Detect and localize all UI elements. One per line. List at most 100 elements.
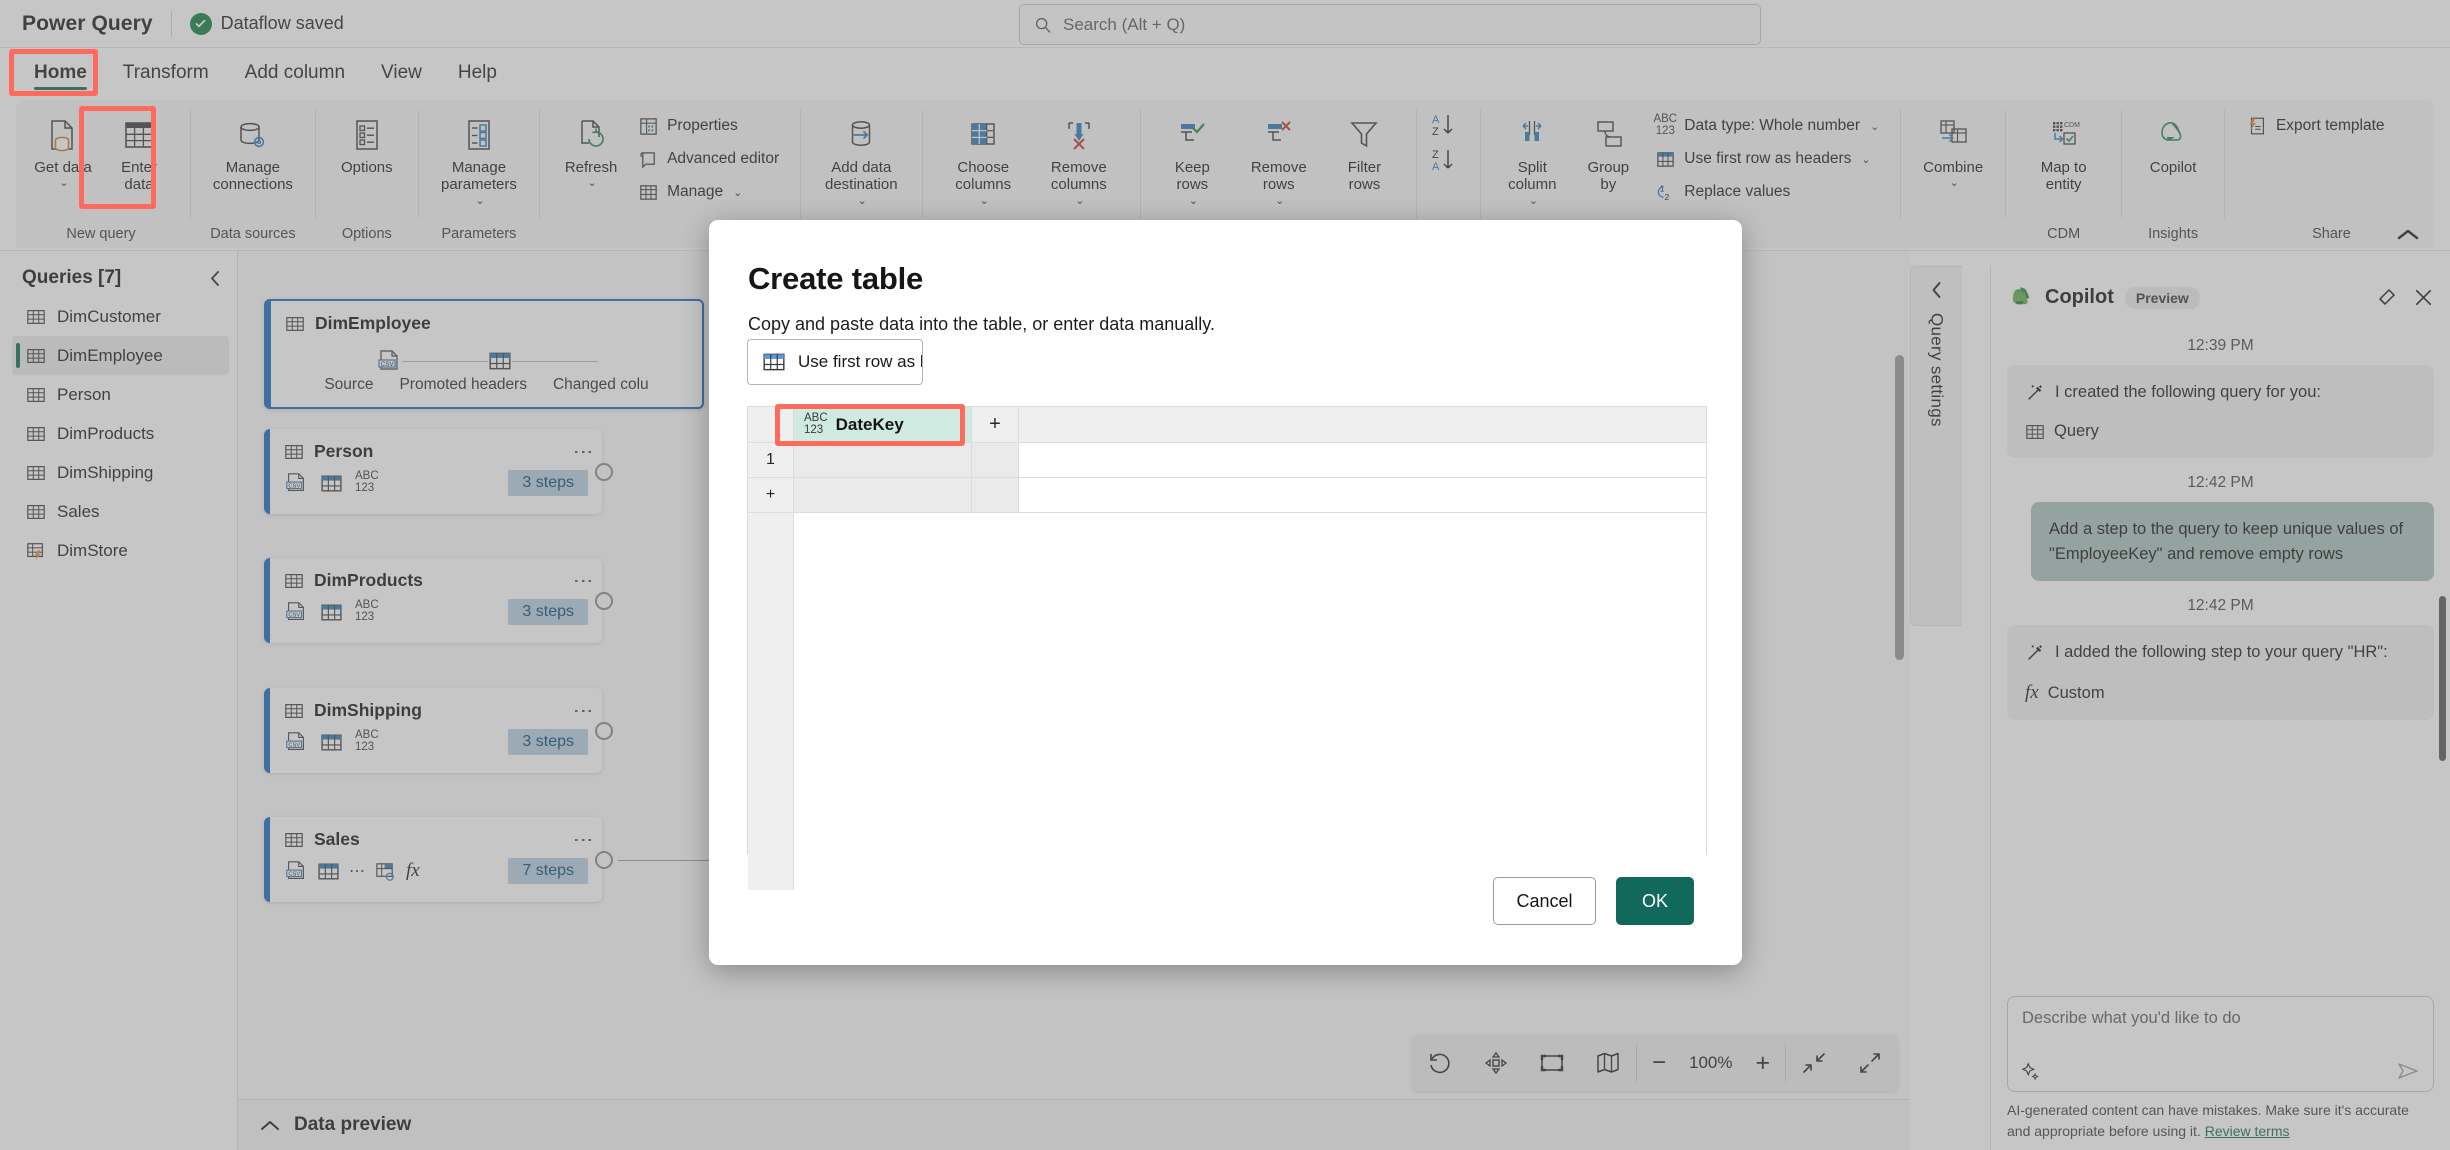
add-row-button[interactable]: + <box>748 478 794 512</box>
zoom-in-button[interactable]: + <box>1741 1049 1786 1078</box>
card-menu-button[interactable]: ⋮ <box>572 701 594 721</box>
tab-add-column[interactable]: Add column <box>227 56 363 96</box>
review-terms-link[interactable]: Review terms <box>2205 1123 2290 1139</box>
sort-descending-button[interactable]: Z A <box>1430 147 1466 173</box>
card-body: CSV ABC 123 3 steps <box>270 595 602 639</box>
canvas-zoom-toolbar: − 100% + <box>1412 1035 1899 1091</box>
expand-query-settings-button[interactable] <box>1930 281 1944 299</box>
group-label-options: Options <box>341 226 392 242</box>
grid-cell-new[interactable] <box>794 478 972 512</box>
copilot-prompt-input[interactable]: Describe what you'd like to do <box>2007 996 2434 1092</box>
grid-add-row[interactable]: + <box>748 478 1706 513</box>
card-output-port[interactable] <box>595 462 613 481</box>
manage-connections-button[interactable]: Manage connections <box>205 108 301 198</box>
diagram-card-person[interactable]: Person ⋮ CSV ABC 123 3 steps <box>264 429 613 514</box>
data-type-button[interactable]: ABC 123 Data type: Whole number ⌄ <box>1647 112 1886 140</box>
message-chip-custom[interactable]: fx Custom <box>2025 682 2416 704</box>
chip-label: Query <box>2054 422 2099 441</box>
headers-button-main[interactable]: Use first row as headers <box>748 340 922 384</box>
card-output-port[interactable] <box>595 850 613 869</box>
close-icon[interactable] <box>2413 287 2434 308</box>
get-data-button[interactable]: Get data ⌄ <box>26 108 100 193</box>
chevron-up-icon[interactable] <box>260 1119 280 1132</box>
card-output-port[interactable] <box>595 721 613 740</box>
group-by-button[interactable]: Group by <box>1571 108 1645 198</box>
card-menu-button[interactable]: ⋮ <box>572 830 594 850</box>
pan-tool-button[interactable] <box>1468 1050 1524 1076</box>
add-data-destination-button[interactable]: Add data destination ⌄ <box>815 108 908 211</box>
steps-badge[interactable]: 3 steps <box>508 470 588 496</box>
sidebar-item-dimemployee[interactable]: DimEmployee <box>12 336 229 375</box>
collapse-queries-button[interactable] <box>208 269 223 288</box>
create-table-grid[interactable]: ABC 123 DateKey + 1 + <box>747 406 1707 890</box>
sidebar-item-dimcustomer[interactable]: DimCustomer <box>0 297 237 336</box>
steps-badge[interactable]: 7 steps <box>508 858 588 884</box>
use-first-row-as-headers-dropdown[interactable]: Use first row as headers <box>747 339 923 385</box>
cancel-button[interactable]: Cancel <box>1493 877 1596 925</box>
enter-data-button[interactable]: Enter data <box>102 108 176 198</box>
replace-values-button[interactable]: 1 2 Replace values <box>1647 178 1886 206</box>
chip-label: Custom <box>2047 683 2105 702</box>
copilot-scrollbar[interactable] <box>2439 596 2446 761</box>
diagram-card-dimshipping[interactable]: DimShipping ⋮ CSV ABC 123 3 steps <box>264 688 613 773</box>
combine-label: Combine <box>1923 159 1984 176</box>
clear-chat-icon[interactable] <box>2375 287 2397 309</box>
remove-rows-button[interactable]: Remove rows ⌄ <box>1232 108 1325 211</box>
data-preview-bar[interactable]: Data preview <box>238 1099 1910 1150</box>
export-template-button[interactable]: Export template <box>2239 112 2392 140</box>
message-chip-query[interactable]: Query <box>2025 422 2416 442</box>
expand-all-button[interactable] <box>1842 1050 1898 1076</box>
sort-ascending-button[interactable]: A Z <box>1430 112 1466 138</box>
sidebar-item-person[interactable]: Person <box>0 375 237 414</box>
keep-rows-button[interactable]: Keep rows ⌄ <box>1155 108 1231 211</box>
collapse-all-button[interactable] <box>1786 1050 1842 1076</box>
copilot-button[interactable]: Copilot <box>2136 108 2210 180</box>
sidebar-item-sales[interactable]: Sales <box>0 492 237 531</box>
steps-badge[interactable]: 3 steps <box>508 599 588 625</box>
sidebar-item-dimstore[interactable]: DimStore <box>0 531 237 570</box>
sidebar-item-dimshipping[interactable]: DimShipping <box>0 453 237 492</box>
diagram-card-dimemployee[interactable]: DimEmployee CSV Source Promoted headers … <box>264 299 704 409</box>
sparkle-icon[interactable] <box>2021 1062 2041 1082</box>
grid-cell-datekey[interactable] <box>794 443 972 477</box>
card-menu-button[interactable]: ⋮ <box>572 571 594 591</box>
use-first-row-as-headers-button[interactable]: Use first row as headers ⌄ <box>1647 145 1886 173</box>
reset-view-button[interactable] <box>1412 1050 1468 1076</box>
card-output-port[interactable] <box>595 591 613 610</box>
manage-parameters-button[interactable]: Manage parameters ⌄ <box>433 108 526 211</box>
zoom-out-button[interactable]: − <box>1637 1049 1681 1077</box>
filter-rows-button[interactable]: Filter rows <box>1327 108 1401 198</box>
properties-button[interactable]: Properties <box>630 112 786 140</box>
remove-columns-button[interactable]: Remove columns ⌄ <box>1032 108 1126 211</box>
ok-button[interactable]: OK <box>1616 877 1694 925</box>
tab-home[interactable]: Home <box>16 56 105 96</box>
steps-badge[interactable]: 3 steps <box>508 729 588 755</box>
advanced-editor-button[interactable]: Advanced editor <box>630 145 786 173</box>
card-menu-button[interactable]: ⋮ <box>572 442 594 462</box>
query-settings-panel[interactable]: Query settings <box>1910 266 1962 626</box>
choose-columns-button[interactable]: Choose columns ⌄ <box>936 108 1030 211</box>
split-column-button[interactable]: Split column ⌄ <box>1495 108 1569 211</box>
add-column-button[interactable]: + <box>972 407 1019 442</box>
collapse-ribbon-button[interactable] <box>2396 228 2420 242</box>
grid-column-header-datekey[interactable]: ABC 123 DateKey <box>794 407 972 442</box>
options-button[interactable]: Options <box>330 108 404 180</box>
sidebar-item-dimproducts[interactable]: DimProducts <box>0 414 237 453</box>
group-label-cdm: CDM <box>2047 226 2081 242</box>
tab-view[interactable]: View <box>363 56 440 96</box>
search-input[interactable]: Search (Alt + Q) <box>1019 4 1761 45</box>
diagram-card-dimproducts[interactable]: DimProducts ⋮ CSV ABC 123 3 steps <box>264 558 613 643</box>
refresh-button[interactable]: Refresh ⌄ <box>554 108 628 193</box>
fit-to-screen-button[interactable] <box>1524 1050 1580 1076</box>
send-icon[interactable] <box>2396 1060 2420 1082</box>
minimap-button[interactable] <box>1580 1050 1636 1076</box>
tab-help[interactable]: Help <box>440 56 515 96</box>
copilot-panel: Copilot Preview 12:39 PM I created the f… <box>1990 266 2450 1150</box>
canvas-scrollbar[interactable] <box>1895 355 1904 660</box>
combine-button[interactable]: Combine ⌄ <box>1915 108 1991 193</box>
tab-transform[interactable]: Transform <box>105 56 227 96</box>
map-to-entity-button[interactable]: CDM Map to entity <box>2020 108 2107 198</box>
diagram-card-sales[interactable]: Sales ⋮ CSV ⋯ fx 7 steps <box>264 817 613 902</box>
grid-row-1[interactable]: 1 <box>748 443 1706 478</box>
manage-button[interactable]: Manage ⌄ <box>630 178 786 206</box>
